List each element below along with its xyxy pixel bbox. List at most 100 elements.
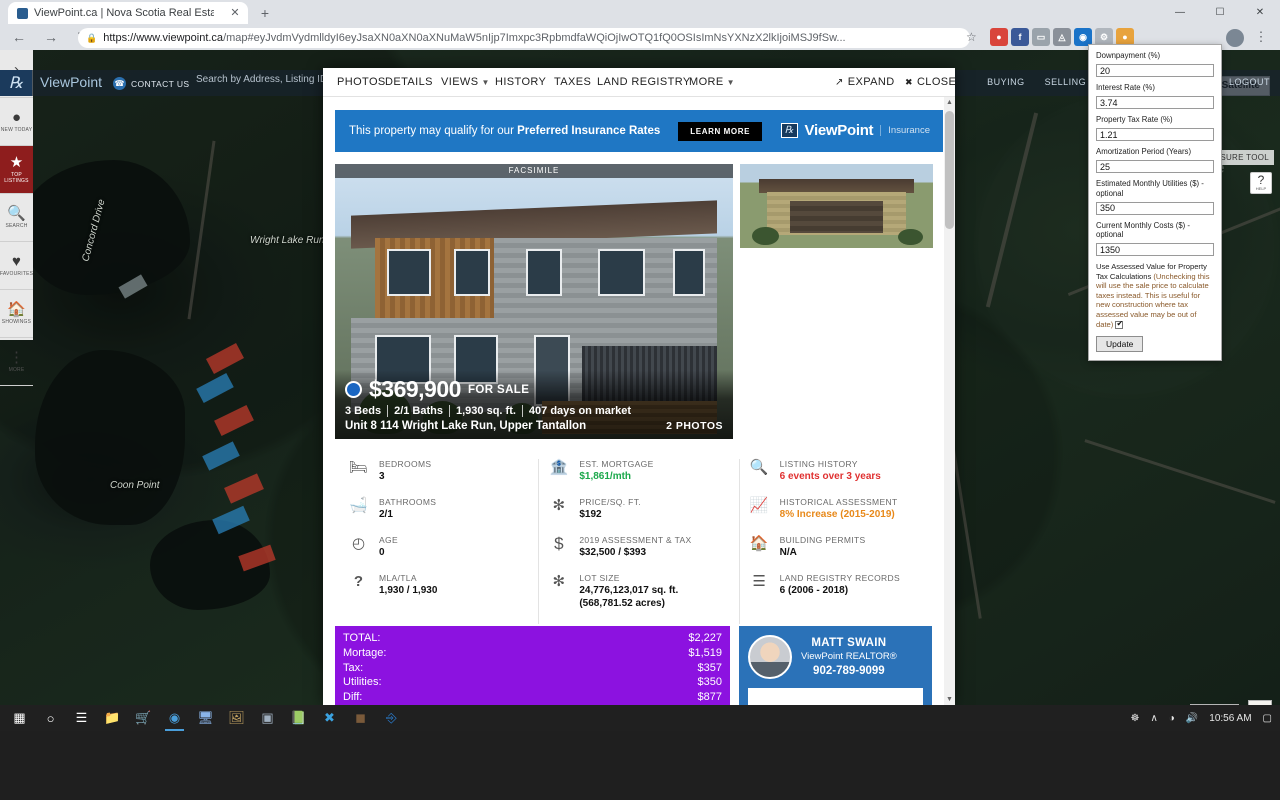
bookmark-star-icon[interactable]: ☆	[966, 30, 977, 44]
nav-logout[interactable]: LOGOUT	[1229, 77, 1270, 87]
powershell-icon[interactable]: ⎆	[376, 705, 407, 731]
close-window-button[interactable]: ✕	[1240, 0, 1280, 24]
forward-button[interactable]: →	[42, 28, 60, 46]
store-icon[interactable]: 🛒	[128, 705, 159, 731]
nav-buying[interactable]: BUYING	[987, 77, 1025, 87]
scroll-up-arrow[interactable]: ▲	[944, 97, 955, 108]
network-icon[interactable]: ◑	[1169, 713, 1175, 724]
main-photo[interactable]: FACSIMILE $369,900 FOR SALE 3 Beds 2/1 Ba…	[335, 164, 733, 439]
nav-selling[interactable]: SELLING	[1045, 77, 1087, 87]
spec-baths: 2/1 Baths	[387, 405, 449, 417]
sidebar-item-favourites[interactable]: ♥ FAVOURITES	[0, 242, 33, 290]
cost-row-tax: Tax: $357	[343, 661, 722, 676]
viewpoint-logo[interactable]: ℞	[0, 70, 32, 96]
start-icon[interactable]: ▦	[4, 705, 35, 731]
fact-historical-assessment: 📈 HISTORICAL ASSESSMENT 8% Increase (201…	[750, 497, 929, 521]
close-label: CLOSE	[916, 76, 957, 88]
tab-land-registry[interactable]: LAND REGISTRY	[597, 76, 691, 88]
contact-us-label: CONTACT US	[131, 78, 190, 89]
chevron-down-icon: ▼	[726, 78, 735, 87]
minecraft-icon[interactable]: ◼	[345, 705, 376, 731]
chrome-icon[interactable]: ◉	[159, 705, 190, 731]
volume-icon[interactable]: 🔊	[1186, 713, 1198, 724]
taskbar-icons[interactable]: ▦ ○ ☰ 📁 🛒 ◉ 🖥 🖼 ▣ 📗 ✖ ◼ ⎆	[4, 705, 407, 731]
cast-extension-icon[interactable]: ◬	[1053, 28, 1071, 46]
photos-icon[interactable]: 🖼	[221, 705, 252, 731]
facebook-extension-icon[interactable]: f	[1011, 28, 1029, 46]
photo-gallery[interactable]: FACSIMILE $369,900 FOR SALE 3 Beds 2/1 Ba…	[335, 164, 943, 439]
secondary-photo[interactable]	[740, 164, 933, 248]
fact-label: LISTING HISTORY	[779, 459, 858, 469]
cortana-icon[interactable]: ○	[35, 705, 66, 731]
expand-button[interactable]: ↗ EXPAND	[835, 76, 895, 88]
system-tray[interactable]: ☸ ∧ ◑ 🔊 10:56 AM ▢	[1130, 705, 1280, 731]
sidebar-item-search[interactable]: 🔍 SEARCH	[0, 194, 33, 242]
panel-tab-bar[interactable]: PHOTOS DETAILS VIEWS ▼ HISTORY TAXES LAND…	[323, 68, 956, 97]
utilities-input[interactable]	[1096, 201, 1214, 215]
interest-rate-input[interactable]	[1096, 96, 1214, 109]
viewpoint-logo-icon: ℞	[8, 75, 24, 92]
sidebar-item-top-listings[interactable]: ★ TOP LISTINGS	[0, 146, 33, 194]
media-icon[interactable]: ▣	[252, 705, 283, 731]
insurance-promo-banner[interactable]: This property may qualify for our Prefer…	[335, 110, 943, 152]
clock[interactable]: 10:56 AM	[1209, 713, 1251, 724]
update-button[interactable]: Update	[1096, 336, 1144, 353]
learn-more-button[interactable]: LEARN MORE	[678, 121, 763, 141]
browser-menu-icon[interactable]: ⋮	[1252, 29, 1270, 47]
property-tax-rate-input[interactable]	[1096, 128, 1214, 141]
tab-views[interactable]: VIEWS ▼	[441, 76, 490, 88]
interest-rate-label: Interest Rate (%)	[1096, 83, 1155, 92]
sidebar-item-more[interactable]: ⋮ MORE	[0, 338, 33, 386]
tab-taxes[interactable]: TAXES	[554, 76, 591, 88]
cost-value: $2,227	[688, 632, 722, 644]
show-hidden-icons[interactable]: ∧	[1150, 713, 1157, 724]
scroll-down-arrow[interactable]: ▼	[944, 694, 955, 705]
assessed-value-checkbox[interactable]	[1115, 319, 1124, 329]
viewpoint-mark-icon: ℞	[780, 123, 798, 138]
contact-us-button[interactable]: ☎ CONTACT US	[113, 77, 189, 90]
file-explorer-icon[interactable]: 📁	[97, 705, 128, 731]
current-costs-input[interactable]	[1096, 243, 1214, 256]
profile-avatar[interactable]	[1226, 29, 1244, 47]
remote-desktop-icon[interactable]: 🖥	[190, 705, 221, 731]
tab-photos[interactable]: PHOTOS	[337, 76, 386, 88]
panel-scrollbar[interactable]: ▲ ▼	[944, 97, 955, 705]
map-street-label: Wright Lake Run	[250, 235, 325, 246]
agent-contact-input[interactable]	[748, 688, 923, 705]
fact-listing-history: 🔍 LISTING HISTORY 6 events over 3 years	[750, 459, 929, 483]
people-icon[interactable]: ☸	[1130, 713, 1139, 724]
tab-history[interactable]: HISTORY	[495, 76, 546, 88]
screenshot-extension-icon[interactable]: ▭	[1032, 28, 1050, 46]
address-bar[interactable]: 🔒 https://www.viewpoint.ca/map#eyJvdmVyd…	[78, 28, 970, 48]
close-tab-icon[interactable]: ✕	[229, 7, 241, 19]
maximize-button[interactable]: ☐	[1200, 0, 1240, 24]
back-button[interactable]: ←	[10, 28, 28, 46]
sidebar-item-new-today[interactable]: ● NEW TODAY	[0, 98, 33, 146]
notepad-icon[interactable]: 📗	[283, 705, 314, 731]
help-button[interactable]: ? HELP	[1250, 172, 1272, 194]
lock-icon: 🔒	[86, 32, 98, 43]
scrollbar-thumb[interactable]	[945, 111, 954, 229]
sidebar-item-showings[interactable]: 🏠 SHOWINGS	[0, 290, 33, 338]
photo-count[interactable]: 2 PHOTOS	[666, 420, 723, 432]
minimize-button[interactable]: —	[1160, 0, 1200, 24]
url-domain: https://www.viewpoint.ca	[103, 32, 224, 44]
agent-phone[interactable]: 902-789-9099	[801, 665, 897, 677]
adblock-extension-icon[interactable]: ●	[990, 28, 1008, 46]
browser-tab[interactable]: ViewPoint.ca | Nova Scotia Real Estate ✕	[8, 2, 248, 24]
downpayment-input[interactable]	[1096, 64, 1214, 77]
price-overlay: $369,900 FOR SALE 3 Beds 2/1 Baths 1,930 s…	[335, 370, 733, 439]
price-row: $369,900 FOR SALE	[345, 378, 723, 401]
task-view-icon[interactable]: ☰	[66, 705, 97, 731]
action-center-icon[interactable]: ▢	[1263, 713, 1272, 724]
new-tab-icon[interactable]: +	[256, 4, 274, 22]
dollar-icon: $	[554, 534, 564, 553]
tab-details[interactable]: DETAILS	[385, 76, 433, 88]
promo-brand: ViewPoint	[804, 122, 874, 139]
tab-more[interactable]: MORE ▼	[689, 76, 735, 88]
amortization-input[interactable]	[1096, 160, 1214, 173]
close-panel-button[interactable]: ✖ CLOSE	[905, 76, 956, 88]
agent-role: ViewPoint REALTOR®	[801, 651, 897, 662]
window-controls[interactable]: — ☐ ✕	[1160, 0, 1280, 24]
vscode-icon[interactable]: ✖	[314, 705, 345, 731]
